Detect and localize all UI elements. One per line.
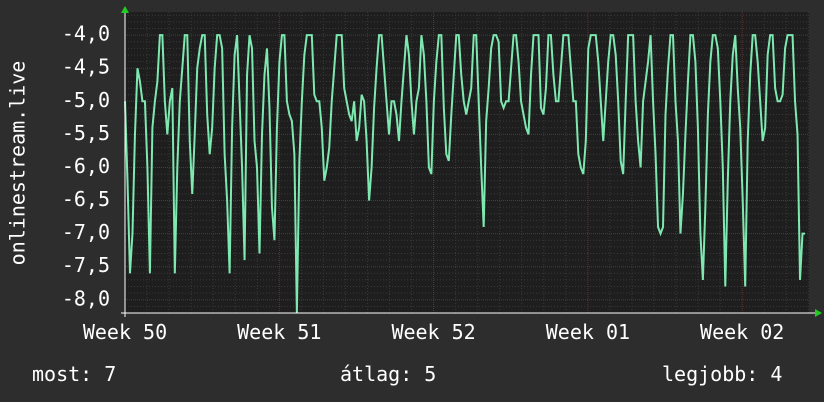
x-tick-label: Week 52: [391, 320, 475, 344]
y-tick-label: -5,5: [62, 121, 110, 145]
stat-best: legjobb: 4: [662, 362, 783, 386]
line-chart: -4,0 -4,5 -5,0 -5,5 -6,0 -6,5 -7,0 -7,5 -8,0 Wee…: [6, 6, 822, 344]
chart-container: -4,0 -4,5 -5,0 -5,5 -6,0 -6,5 -7,0 -7,5 -8,0 Wee…: [0, 0, 824, 402]
y-axis-arrow-icon: [121, 6, 129, 13]
y-axis-label: onlinestream.live: [6, 61, 30, 266]
y-tick-label: -4,0: [62, 22, 110, 46]
x-tick-label: Week 01: [546, 320, 630, 344]
y-tick-label: -7,5: [62, 253, 110, 277]
y-tick-label: -6,0: [62, 154, 110, 178]
x-tick-label: Week 50: [83, 320, 167, 344]
y-tick-labels: -4,0 -4,5 -5,0 -5,5 -6,0 -6,5 -7,0 -7,5 -8,0: [62, 22, 110, 311]
x-tick-labels: Week 50 Week 51 Week 52 Week 01 Week 02: [83, 320, 784, 344]
y-tick-label: -5,0: [62, 88, 110, 112]
y-tick-label: -7,0: [62, 220, 110, 244]
x-tick-label: Week 51: [237, 320, 321, 344]
y-tick-label: -8,0: [62, 286, 110, 310]
stat-average: átlag: 5: [340, 362, 437, 386]
y-tick-label: -6,5: [62, 187, 110, 211]
stat-current: most: 7: [32, 362, 117, 386]
x-tick-label: Week 02: [700, 320, 784, 344]
y-tick-label: -4,5: [62, 55, 110, 79]
x-axis-arrow-icon: [815, 309, 822, 317]
